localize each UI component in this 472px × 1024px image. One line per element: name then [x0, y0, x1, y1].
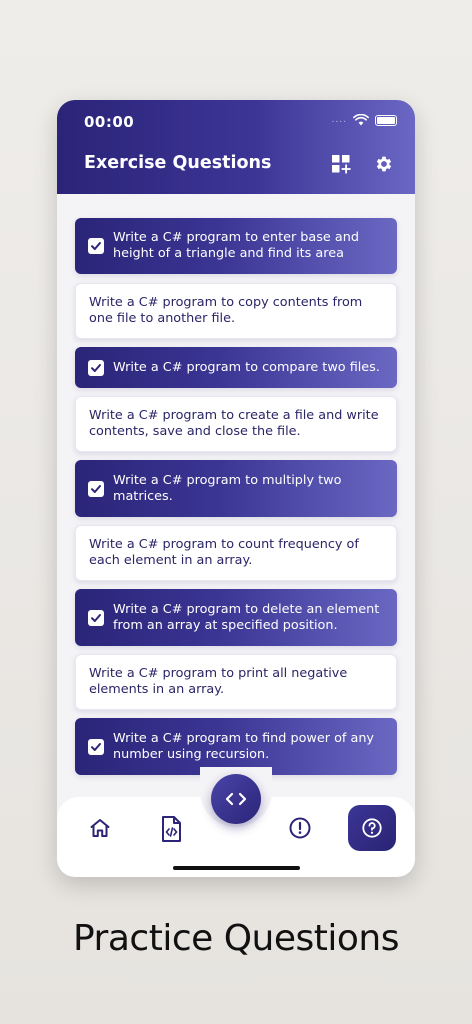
app-bar: 00:00 .... Exercise Questions — [57, 100, 415, 194]
question-text: Write a C# program to count frequency of… — [89, 537, 359, 568]
wifi-icon — [353, 114, 369, 126]
question-card[interactable]: Write a C# program to print all negative… — [75, 654, 397, 710]
caption: Practice Questions — [72, 918, 400, 959]
signal-dots: .... — [331, 115, 347, 125]
question-card[interactable]: Write a C# program to count frequency of… — [75, 525, 397, 581]
gear-icon[interactable] — [374, 154, 394, 174]
grid-add-icon[interactable] — [331, 154, 351, 174]
question-text: Write a C# program to compare two files. — [113, 359, 380, 375]
question-text: Write a C# program to delete an element … — [113, 601, 380, 633]
checkbox-checked-icon[interactable] — [88, 359, 104, 376]
battery-icon — [375, 114, 397, 126]
status-icons: .... — [332, 114, 397, 126]
code-button[interactable] — [211, 774, 261, 824]
question-card[interactable]: Write a C# program to multiply two matri… — [75, 460, 397, 517]
phone-frame: 00:00 .... Exercise Questions Write a C#… — [57, 100, 415, 877]
question-card[interactable]: Write a C# program to enter base and hei… — [75, 218, 397, 274]
question-card[interactable]: Write a C# program to delete an element … — [75, 589, 397, 646]
code-icon — [225, 792, 247, 806]
question-card[interactable]: Write a C# program to create a file and … — [75, 396, 397, 452]
home-icon[interactable] — [88, 816, 112, 840]
page-title: Exercise Questions — [84, 153, 272, 173]
question-card[interactable]: Write a C# program to copy contents from… — [75, 283, 397, 339]
help-circle-icon — [362, 818, 382, 838]
question-text: Write a C# program to multiply two matri… — [113, 472, 342, 504]
checkbox-checked-icon[interactable] — [88, 738, 104, 755]
code-file-icon[interactable] — [159, 815, 183, 843]
help-nav-button[interactable] — [348, 805, 396, 851]
question-text: Write a C# program to print all negative… — [89, 666, 348, 697]
checkbox-checked-icon[interactable] — [88, 238, 104, 254]
checkbox-checked-icon[interactable] — [88, 609, 104, 626]
alert-circle-icon[interactable] — [288, 816, 312, 840]
question-text: Write a C# program to enter base and hei… — [113, 230, 359, 261]
question-list: Write a C# program to enter base and hei… — [57, 194, 415, 804]
question-text: Write a C# program to create a file and … — [89, 408, 379, 439]
checkbox-checked-icon[interactable] — [88, 480, 104, 497]
question-text: Write a C# program to copy contents from… — [89, 295, 363, 326]
question-card[interactable]: Write a C# program to compare two files. — [75, 347, 397, 388]
home-indicator — [173, 866, 300, 870]
status-time: 00:00 — [84, 113, 135, 131]
question-text: Write a C# program to find power of any … — [113, 730, 375, 762]
